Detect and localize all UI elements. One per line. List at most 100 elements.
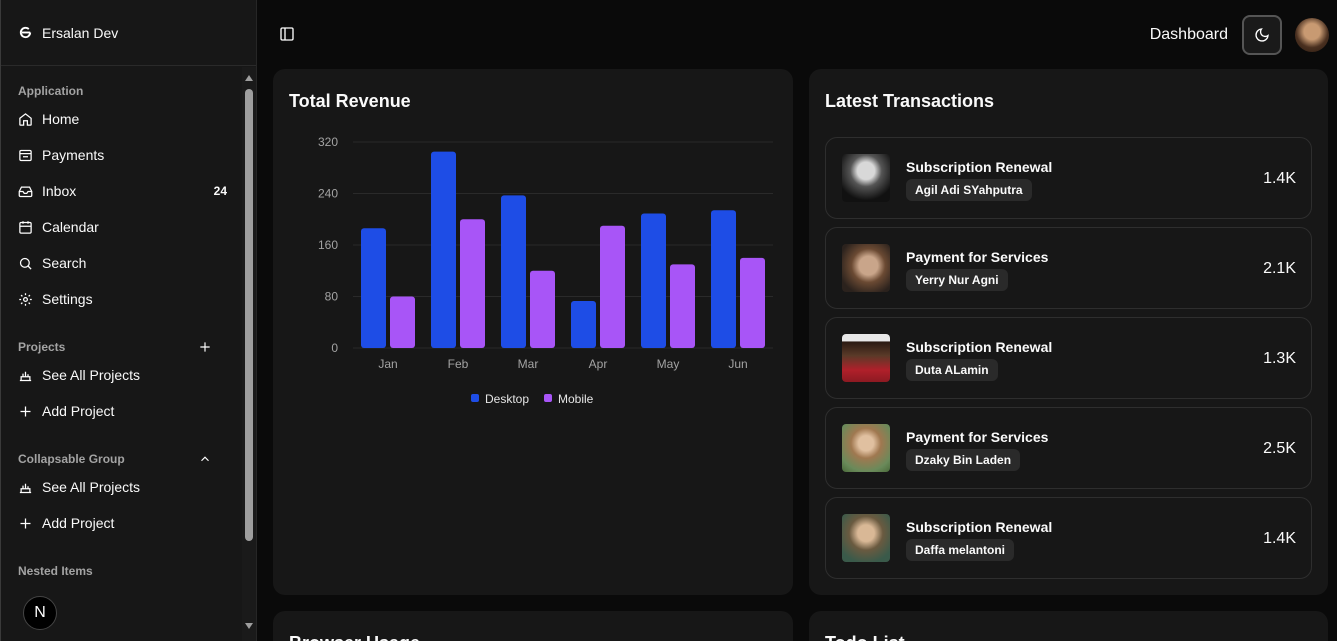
group-label-application: Application	[18, 84, 84, 98]
sidebar-item-see-all-projects[interactable]: See All Projects	[1, 357, 243, 393]
sidebar-item-label: Inbox	[42, 183, 77, 199]
bar-desktop	[571, 301, 596, 348]
sidebar-item-label: See All Projects	[42, 479, 141, 495]
sidebar-item-add-project[interactable]: Add Project	[1, 393, 243, 429]
sidebar-item-label: Search	[42, 255, 87, 271]
transaction-avatar	[842, 154, 890, 202]
sidebar-item-label: See All Projects	[42, 367, 141, 383]
transaction-item[interactable]: Payment for Services Dzaky Bin Laden 2.5…	[825, 407, 1312, 489]
scroll-thumb[interactable]	[245, 89, 253, 541]
bar-mobile	[530, 270, 555, 348]
top-header: Dashboard	[258, 0, 1337, 68]
inbox-icon	[18, 186, 33, 197]
wallet-icon	[19, 149, 32, 161]
transaction-name-badge: Dzaky Bin Laden	[906, 449, 1021, 471]
browser-usage-card: Browser Usage	[273, 611, 793, 641]
plus-icon	[20, 518, 31, 528]
sidebar-item-label: Add Project	[42, 515, 115, 531]
transaction-title: Subscription Renewal	[906, 339, 1053, 355]
transaction-title: Payment for Services	[906, 429, 1049, 445]
card-title: Browser Usage	[289, 633, 420, 641]
user-avatar[interactable]	[1295, 18, 1329, 52]
scroll-down-arrow-icon[interactable]	[245, 623, 253, 629]
sidebar-item-see-all-projects-2[interactable]: See All Projects	[1, 469, 243, 505]
transaction-amount: 1.4K	[1263, 530, 1296, 547]
transaction-avatar	[842, 244, 890, 292]
sidebar-item-label: Calendar	[42, 219, 99, 235]
transaction-amount: 2.5K	[1263, 440, 1296, 457]
search-icon	[19, 257, 32, 270]
x-tick-label: Apr	[589, 357, 608, 371]
y-tick-label: 0	[331, 341, 338, 355]
projects-icon	[19, 483, 32, 493]
transaction-name-badge: Duta ALamin	[906, 359, 998, 381]
bar-desktop	[431, 151, 456, 348]
bar-desktop	[501, 195, 526, 348]
sidebar-item-home[interactable]: Home	[1, 101, 243, 137]
moon-icon	[1255, 28, 1269, 42]
y-tick-label: 240	[318, 187, 338, 201]
legend-label: Desktop	[485, 392, 529, 406]
page-title: Dashboard	[1149, 26, 1228, 43]
x-tick-label: Jan	[378, 357, 397, 371]
chevron-up-icon	[201, 456, 209, 462]
sidebar-item-payments[interactable]: Payments	[1, 137, 243, 173]
bar-desktop	[711, 210, 736, 348]
bar-mobile	[600, 225, 625, 348]
sidebar-toggle-icon[interactable]	[279, 26, 295, 42]
card-title: Latest Transactions	[825, 91, 995, 111]
transaction-item[interactable]: Subscription Renewal Daffa melantoni 1.4…	[825, 497, 1312, 579]
group-label-nested: Nested Items	[18, 564, 93, 578]
transaction-amount: 1.3K	[1263, 350, 1296, 367]
group-label-projects: Projects	[1, 337, 243, 357]
y-tick-label: 320	[318, 135, 338, 149]
sidebar-item-label: Payments	[42, 147, 105, 163]
legend-swatch	[471, 394, 479, 402]
sidebar-item-search[interactable]: Search	[1, 245, 243, 281]
brand[interactable]: Ersalan Dev	[1, 0, 256, 66]
sidebar: Ersalan Dev Application Home Payments In…	[0, 0, 257, 641]
x-tick-label: Mar	[518, 357, 539, 371]
logo-icon	[18, 25, 33, 40]
transaction-avatar	[842, 424, 890, 472]
card-title: Todo List	[825, 633, 905, 641]
todo-list-card: Todo List	[809, 611, 1328, 641]
legend-swatch	[544, 394, 552, 402]
calendar-icon	[19, 220, 32, 234]
nextjs-dev-badge[interactable]: N	[23, 596, 57, 630]
sidebar-item-label: Add Project	[42, 403, 115, 419]
transaction-name-badge: Yerry Nur Agni	[906, 269, 1008, 291]
y-tick-label: 80	[325, 290, 339, 304]
sidebar-item-calendar[interactable]: Calendar	[1, 209, 243, 245]
transaction-avatar	[842, 514, 890, 562]
x-tick-label: Feb	[448, 357, 469, 371]
revenue-bar-chart: 0 80 160 240 320 Jan Feb Mar Apr May Jun Desktop Mob…	[318, 135, 773, 406]
transaction-name-badge: Agil Adi SYahputra	[906, 179, 1032, 201]
bar-mobile	[740, 257, 765, 348]
sidebar-item-add-project-2[interactable]: Add Project	[1, 505, 243, 541]
transaction-item[interactable]: Payment for Services Yerry Nur Agni 2.1K	[825, 227, 1312, 309]
transaction-item[interactable]: Subscription Renewal Agil Adi SYahputra …	[825, 137, 1312, 219]
sidebar-scrollbar[interactable]	[242, 67, 256, 641]
theme-toggle-button[interactable]	[1242, 15, 1282, 55]
transaction-avatar	[842, 334, 890, 382]
x-tick-label: Jun	[728, 357, 747, 371]
bar-mobile	[390, 296, 415, 348]
sidebar-item-settings[interactable]: Settings	[1, 281, 243, 317]
x-tick-label: May	[657, 357, 680, 371]
scroll-up-arrow-icon[interactable]	[245, 75, 253, 81]
sidebar-item-inbox[interactable]: Inbox 24	[1, 173, 243, 209]
group-label-collapsable[interactable]: Collapsable Group	[1, 449, 243, 469]
total-revenue-card: Total Revenue 0 80 160 240 320 Jan Feb Mar Apr Ma…	[273, 69, 793, 595]
brand-name: Ersalan Dev	[42, 24, 119, 41]
plus-icon	[20, 406, 31, 416]
bar-mobile	[670, 264, 695, 348]
sidebar-item-label: Settings	[42, 291, 93, 307]
plus-icon[interactable]	[198, 340, 212, 354]
bar-mobile	[460, 219, 485, 348]
transaction-item[interactable]: Subscription Renewal Duta ALamin 1.3K	[825, 317, 1312, 399]
bar-desktop	[361, 228, 386, 348]
transaction-title: Subscription Renewal	[906, 519, 1053, 535]
legend-label: Mobile	[558, 392, 594, 406]
gear-icon	[19, 292, 32, 306]
